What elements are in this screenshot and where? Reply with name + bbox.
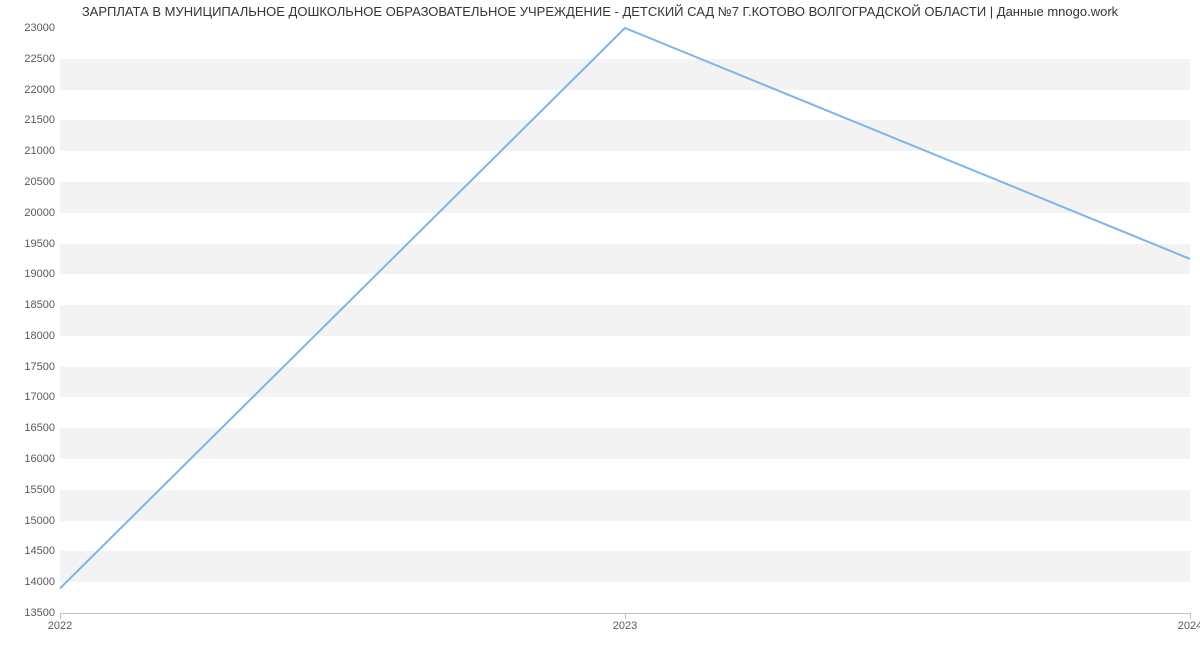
series-line: [60, 28, 1190, 613]
chart-container: ЗАРПЛАТА В МУНИЦИПАЛЬНОЕ ДОШКОЛЬНОЕ ОБРА…: [0, 0, 1200, 650]
chart-title: ЗАРПЛАТА В МУНИЦИПАЛЬНОЕ ДОШКОЛЬНОЕ ОБРА…: [0, 4, 1200, 19]
y-tick-label: 20000: [5, 207, 55, 219]
y-tick-label: 18000: [5, 330, 55, 342]
y-tick-label: 14000: [5, 576, 55, 588]
line-path: [60, 28, 1190, 588]
x-tick-mark: [60, 613, 61, 619]
plot-area: [60, 28, 1190, 614]
y-tick-label: 16000: [5, 453, 55, 465]
x-tick-label: 2022: [48, 620, 72, 632]
y-tick-label: 21000: [5, 145, 55, 157]
y-tick-label: 15500: [5, 484, 55, 496]
y-tick-label: 18500: [5, 299, 55, 311]
y-tick-label: 22000: [5, 84, 55, 96]
y-tick-label: 22500: [5, 53, 55, 65]
y-tick-label: 19500: [5, 238, 55, 250]
y-tick-label: 19000: [5, 268, 55, 280]
y-tick-label: 15000: [5, 515, 55, 527]
y-tick-label: 14500: [5, 545, 55, 557]
y-tick-label: 17500: [5, 361, 55, 373]
x-tick-mark: [1190, 613, 1191, 619]
y-tick-label: 23000: [5, 22, 55, 34]
x-tick-label: 2024: [1178, 620, 1200, 632]
x-tick-mark: [625, 613, 626, 619]
y-tick-label: 13500: [5, 607, 55, 619]
y-tick-label: 21500: [5, 114, 55, 126]
y-tick-label: 16500: [5, 422, 55, 434]
x-tick-label: 2023: [613, 620, 637, 632]
y-tick-label: 20500: [5, 176, 55, 188]
y-tick-label: 17000: [5, 391, 55, 403]
